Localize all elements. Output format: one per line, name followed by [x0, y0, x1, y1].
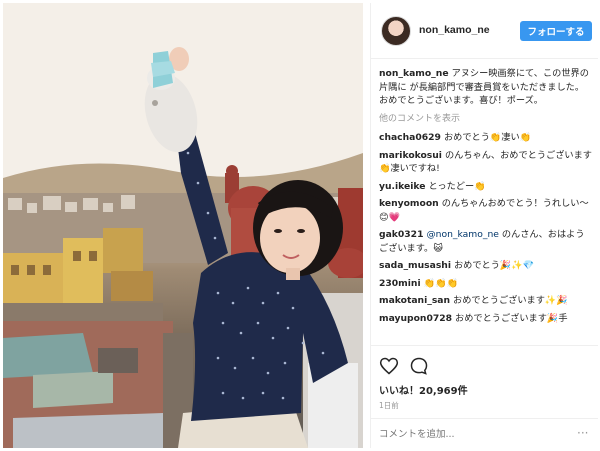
comment-item: gak0321 @non_kamo_ne のんさん、おはようございます。😺	[379, 228, 593, 255]
comment-username[interactable]: sada_musashi	[379, 260, 451, 271]
comment-username[interactable]: makotani_san	[379, 295, 450, 306]
avatar[interactable]	[381, 16, 411, 46]
comment-text: 👏👏👏	[423, 277, 458, 289]
comment-username[interactable]: mayupon0728	[379, 313, 452, 324]
post-sidebar: non_kamo_ne フォローする non_kamo_ne アヌシー映画祭にて、…	[370, 3, 598, 448]
comment-username[interactable]: yu.ikeike	[379, 181, 426, 192]
comment-text: おめでとうございます🎉手	[455, 312, 568, 324]
photo-illustration	[3, 3, 363, 448]
comment-item: makotani_san おめでとうございます✨🎉	[379, 294, 593, 308]
comment-item: sada_musashi おめでとう🎉✨💎	[379, 259, 593, 273]
comment-username[interactable]: kenyomoon	[379, 198, 439, 209]
caption-username[interactable]: non_kamo_ne	[379, 68, 449, 79]
comment-username[interactable]: gak0321	[379, 229, 423, 240]
comment-text: おめでとう👏凄い👏	[443, 132, 532, 143]
comment-item: chacha0629 おめでとう👏凄い👏	[379, 131, 593, 145]
view-more-comments-link[interactable]: 他のコメントを表示	[379, 113, 593, 127]
post-actions: いいね！20,969件 1日前 ···	[371, 345, 598, 443]
more-options-icon[interactable]: ···	[577, 426, 588, 440]
header-username[interactable]: non_kamo_ne	[419, 24, 490, 36]
heart-icon[interactable]	[379, 356, 399, 376]
comment-icon[interactable]	[409, 356, 429, 376]
comment-item: mayupon0728 おめでとうございます🎉手	[379, 312, 593, 326]
comment-text: とったどー👏	[428, 180, 486, 192]
comment-username[interactable]: 230mini	[379, 278, 421, 289]
likes-count[interactable]: いいね！20,969件	[379, 382, 468, 397]
follow-button[interactable]: フォローする	[520, 21, 592, 41]
comment-text: おめでとうございます✨🎉	[453, 295, 568, 306]
add-comment-bar: ···	[371, 418, 598, 448]
comment-mention-link[interactable]: @non_kamo_ne	[426, 229, 498, 240]
comment-item: yu.ikeike とったどー👏	[379, 180, 593, 194]
post-header: non_kamo_ne フォローする	[371, 3, 598, 59]
post-caption: non_kamo_ne アヌシー映画祭にて、この世界の片隅に が長編部門で審査員賞…	[379, 67, 593, 108]
comment-item: kenyomoon のんちゃんおめでとう！うれしい～😊💗	[379, 197, 593, 224]
comment-username[interactable]: marikokosui	[379, 150, 442, 161]
comment-item: 230mini 👏👏👏	[379, 277, 593, 291]
comment-item: marikokosui のんちゃん、おめでとうございます👏凄いですね!	[379, 149, 593, 176]
add-comment-input[interactable]	[379, 425, 559, 443]
post-photo[interactable]	[3, 3, 363, 448]
post-timestamp: 1日前	[379, 401, 399, 410]
comment-text: おめでとう🎉✨💎	[453, 260, 535, 271]
comment-list: non_kamo_ne アヌシー映画祭にて、この世界の片隅に が長編部門で審査員賞…	[379, 67, 593, 342]
comment-username[interactable]: chacha0629	[379, 132, 441, 143]
